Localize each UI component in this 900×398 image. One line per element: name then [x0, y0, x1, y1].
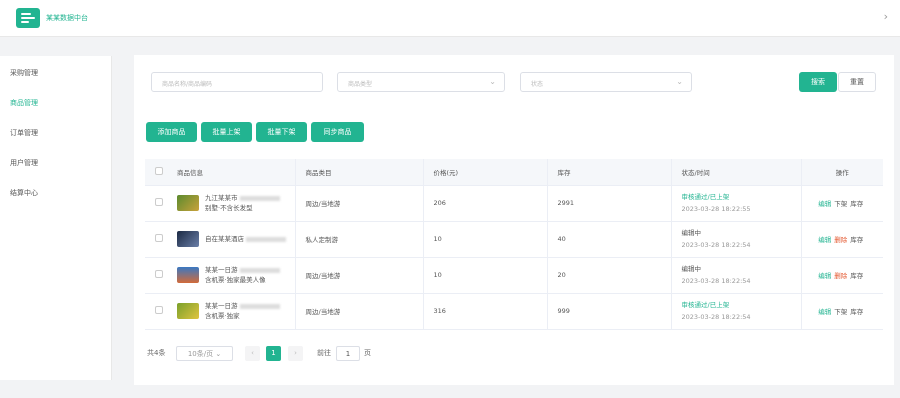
- batch-down-button[interactable]: 批量下架: [256, 122, 307, 142]
- edit-link[interactable]: 编辑: [818, 272, 831, 280]
- category-cell: 周边/当地游: [294, 293, 423, 330]
- delete-link[interactable]: 删除: [834, 272, 847, 280]
- product-desc: 别墅·不含长发型: [205, 204, 253, 212]
- product-table: 商品信息 商品类目 价格(元) 库存 状态/时间 操作 九江某某市别墅·不含长发…: [145, 159, 883, 330]
- category-select[interactable]: 商品类型 ⌄: [337, 72, 505, 92]
- timestamp: 2023-03-28 18:22:54: [681, 241, 751, 249]
- page-size-select[interactable]: 10条/页 ⌄: [176, 346, 233, 361]
- product-name: 某某一日游: [205, 302, 238, 310]
- stock-link[interactable]: 库存: [850, 236, 863, 244]
- category-cell: 周边/当地游: [294, 185, 423, 222]
- chevron-right-icon[interactable]: ›: [884, 10, 888, 23]
- category-placeholder: 商品类型: [348, 81, 373, 88]
- product-thumbnail: [177, 231, 199, 247]
- sidebar-item-settlement[interactable]: 结算中心: [10, 188, 38, 198]
- stock-cell: 40: [546, 221, 671, 258]
- checkbox[interactable]: [155, 234, 163, 242]
- product-thumbnail: [177, 267, 199, 283]
- top-bar: 某某数据中台 ›: [0, 0, 900, 37]
- unshelve-link[interactable]: 下架: [834, 308, 847, 316]
- product-desc: 含机票·独家: [205, 312, 240, 320]
- checkbox[interactable]: [155, 166, 163, 175]
- goto-page-input[interactable]: 1: [336, 346, 360, 361]
- edit-link[interactable]: 编辑: [818, 236, 831, 244]
- app-title: 某某数据中台: [46, 14, 88, 22]
- status-text: 编辑中: [681, 229, 702, 237]
- price-cell: 10: [422, 221, 547, 258]
- table-row: 九江某某市别墅·不含长发型 周边/当地游 206 2991 审核通过/已上架 20…: [145, 185, 883, 222]
- col-header: 操作: [800, 159, 883, 186]
- stock-link[interactable]: 库存: [850, 272, 863, 280]
- reset-button[interactable]: 重置: [838, 72, 876, 92]
- checkbox[interactable]: [155, 306, 163, 314]
- product-name: 某某一日游: [205, 266, 238, 274]
- add-product-button[interactable]: 添加商品: [146, 122, 197, 142]
- delete-link[interactable]: 删除: [834, 236, 847, 244]
- price-cell: 316: [422, 293, 547, 330]
- status-text: 审核通过/已上架: [681, 193, 730, 201]
- sidebar-item-purchase[interactable]: 采购管理: [10, 68, 38, 78]
- status-select[interactable]: 状态 ⌄: [520, 72, 692, 92]
- col-header: 库存: [546, 159, 671, 186]
- price-cell: 10: [422, 257, 547, 294]
- sidebar: 采购管理 商品管理 订单管理 用户管理 结算中心: [0, 56, 112, 380]
- page-1-button[interactable]: 1: [266, 346, 281, 361]
- edit-link[interactable]: 编辑: [818, 200, 831, 208]
- goto-label: 前往: [317, 349, 331, 357]
- timestamp: 2023-03-28 18:22:54: [681, 277, 751, 285]
- sync-products-button[interactable]: 同步商品: [311, 122, 364, 142]
- keyword-input[interactable]: 商品名称/商品编码: [151, 72, 323, 92]
- select-all-cell[interactable]: [145, 159, 167, 186]
- prev-page-button[interactable]: ‹: [245, 346, 260, 361]
- sidebar-item-orders[interactable]: 订单管理: [10, 128, 38, 138]
- search-button[interactable]: 搜索: [799, 72, 837, 92]
- product-desc: 含机票·独家最美人像: [205, 276, 266, 284]
- menu-logo-icon[interactable]: [16, 8, 40, 28]
- col-header: 状态/时间: [670, 159, 801, 186]
- table-row: 某某一日游含机票·独家 周边/当地游 316 999 审核通过/已上架 2023-…: [145, 293, 883, 330]
- page-size-value: 10条/页: [187, 350, 214, 358]
- product-thumbnail: [177, 195, 199, 211]
- checkbox[interactable]: [155, 270, 163, 278]
- stock-cell: 20: [546, 257, 671, 294]
- category-cell: 私人定制游: [294, 221, 423, 258]
- chevron-down-icon: ⌄: [215, 350, 222, 358]
- table-row: 自在某某酒店 私人定制游 10 40 编辑中 2023-03-28 18:22:5…: [145, 221, 883, 258]
- main-panel: 商品名称/商品编码 商品类型 ⌄ 状态 ⌄ 搜索 重置 添加商品 批量上架 批量下架…: [134, 55, 894, 385]
- status-placeholder: 状态: [531, 81, 544, 88]
- unshelve-link[interactable]: 下架: [834, 200, 847, 208]
- status-text: 编辑中: [681, 265, 702, 273]
- stock-link[interactable]: 库存: [850, 308, 863, 316]
- timestamp: 2023-03-28 18:22:55: [681, 205, 751, 213]
- keyword-placeholder: 商品名称/商品编码: [162, 81, 213, 88]
- checkbox[interactable]: [155, 198, 163, 206]
- edit-link[interactable]: 编辑: [818, 308, 831, 316]
- sidebar-item-users[interactable]: 用户管理: [10, 158, 38, 168]
- status-text: 审核通过/已上架: [681, 301, 730, 309]
- price-cell: 206: [422, 185, 547, 222]
- chevron-down-icon: ⌄: [489, 77, 496, 86]
- chevron-down-icon: ⌄: [676, 77, 683, 86]
- table-header-row: 商品信息 商品类目 价格(元) 库存 状态/时间 操作: [145, 159, 883, 186]
- product-name: 自在某某酒店: [205, 235, 244, 243]
- col-header: 价格(元): [422, 159, 547, 186]
- timestamp: 2023-03-28 18:22:54: [681, 313, 751, 321]
- stock-cell: 2991: [546, 185, 671, 222]
- table-row: 某某一日游含机票·独家最美人像 周边/当地游 10 20 编辑中 2023-03-…: [145, 257, 883, 294]
- product-thumbnail: [177, 303, 199, 319]
- sidebar-item-products[interactable]: 商品管理: [10, 98, 38, 108]
- batch-up-button[interactable]: 批量上架: [201, 122, 252, 142]
- total-count: 共4条: [147, 349, 166, 357]
- product-name: 九江某某市: [205, 194, 238, 202]
- stock-link[interactable]: 库存: [850, 200, 863, 208]
- col-header: 商品信息: [167, 159, 295, 186]
- stock-cell: 999: [546, 293, 671, 330]
- category-cell: 周边/当地游: [294, 257, 423, 294]
- col-header: 商品类目: [294, 159, 423, 186]
- page-unit-label: 页: [364, 349, 371, 357]
- next-page-button[interactable]: ›: [288, 346, 303, 361]
